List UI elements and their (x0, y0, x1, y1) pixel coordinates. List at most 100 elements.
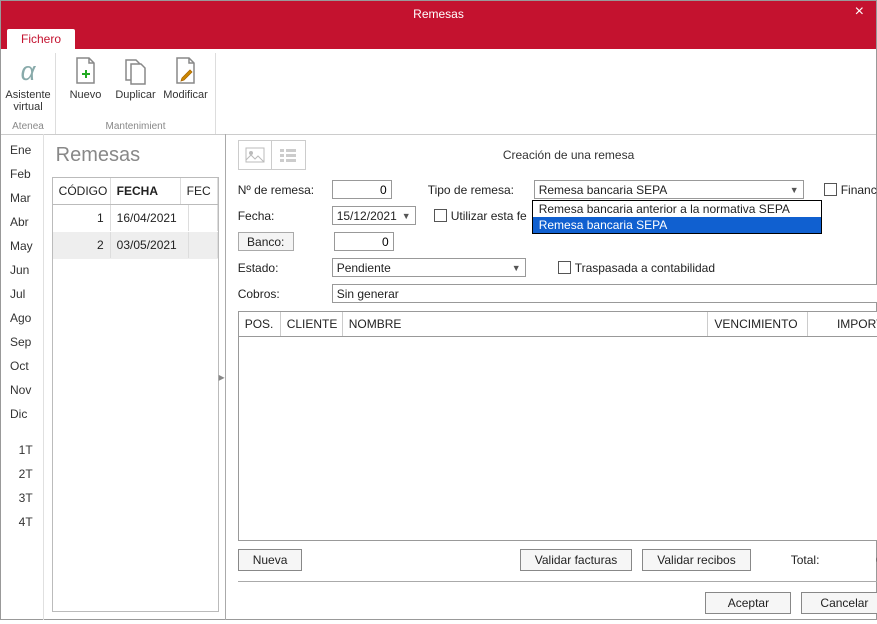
nuevo-label: Nuevo (70, 89, 102, 101)
month-gap (0, 426, 43, 438)
month-abr[interactable]: Abr (0, 210, 43, 234)
month-nov[interactable]: Nov (0, 378, 43, 402)
col-nombre[interactable]: NOMBRE (343, 312, 709, 336)
asistente-virtual-button[interactable]: α Asistente virtual (3, 53, 53, 113)
cancelar-button[interactable]: Cancelar (801, 592, 877, 614)
month-ene[interactable]: Ene (0, 138, 43, 162)
ribbon-panel: α Asistente virtual Atenea Nuevo Duplica… (1, 49, 876, 135)
quarter-2t[interactable]: 2T (0, 462, 43, 486)
chk-financiada[interactable]: Financiada (824, 183, 877, 197)
checkbox-icon (558, 261, 571, 274)
dropdown-option[interactable]: Remesa bancaria SEPA (533, 217, 821, 233)
remesa-mini-grid[interactable]: CÓDIGO FECHA FEC 1 16/04/2021 2 03/05/20… (52, 177, 219, 612)
asistente-label: Asistente virtual (3, 89, 53, 113)
checkbox-icon (434, 209, 447, 222)
nuevo-button[interactable]: Nuevo (61, 53, 111, 101)
list-title: Remesas (56, 144, 219, 167)
month-sep[interactable]: Sep (0, 330, 43, 354)
col-fecha[interactable]: FECHA (111, 178, 181, 204)
total-label: Total: (791, 553, 820, 567)
alpha-icon: α (12, 55, 44, 87)
dropdown-option[interactable]: Remesa bancaria anterior a la normativa … (533, 201, 821, 217)
input-fecha[interactable]: 15/12/2021 ▼ (332, 206, 416, 225)
chk-financiada-label: Financiada (841, 183, 877, 197)
combo-tipo-value: Remesa bancaria SEPA (539, 183, 668, 197)
month-dic[interactable]: Dic (0, 402, 43, 426)
col-fec[interactable]: FEC (181, 178, 218, 204)
col-codigo[interactable]: CÓDIGO (53, 178, 111, 204)
lbl-cobros: Cobros: (238, 287, 326, 301)
remesa-list-pane: Remesas CÓDIGO FECHA FEC 1 16/04/2021 2 … (44, 134, 219, 620)
chevron-down-icon: ▼ (508, 263, 521, 273)
modificar-button[interactable]: Modificar (161, 53, 211, 101)
chk-traspasada[interactable]: Traspasada a contabilidad (558, 261, 715, 275)
month-jul[interactable]: Jul (0, 282, 43, 306)
list-view-icon[interactable] (272, 140, 306, 170)
month-ago[interactable]: Ago (0, 306, 43, 330)
month-sidebar: Ene Feb Mar Abr May Jun Jul Ago Sep Oct … (0, 134, 44, 620)
aceptar-button[interactable]: Aceptar (705, 592, 791, 614)
month-jun[interactable]: Jun (0, 258, 43, 282)
tab-fichero[interactable]: Fichero (7, 29, 75, 49)
input-banco[interactable] (334, 232, 394, 251)
modificar-label: Modificar (163, 89, 208, 101)
table-row[interactable]: 1 16/04/2021 (53, 205, 218, 232)
lbl-tipo-remesa: Tipo de remesa: (428, 183, 528, 197)
cell-empty (189, 232, 218, 258)
month-oct[interactable]: Oct (0, 354, 43, 378)
mini-grid-header: CÓDIGO FECHA FEC (53, 178, 218, 205)
dialog-footer: Aceptar Cancelar (238, 581, 877, 624)
estado-value: Pendiente (337, 261, 391, 275)
chevron-down-icon: ▼ (398, 211, 411, 221)
row-num-tipo: Nº de remesa: Tipo de remesa: Remesa ban… (238, 180, 877, 199)
chk-utilizar-label: Utilizar esta fe (451, 209, 527, 223)
combo-estado[interactable]: Pendiente ▼ (332, 258, 526, 277)
col-vencimiento[interactable]: VENCIMIENTO (708, 312, 808, 336)
cobros-value: Sin generar (337, 287, 399, 301)
quarter-3t[interactable]: 3T (0, 486, 43, 510)
checkbox-icon (824, 183, 837, 196)
ribbon-group-mantenimiento: Nuevo Duplicar Modificar Mantenimient (56, 53, 216, 134)
detail-grid-body[interactable] (239, 337, 877, 540)
combo-cobros[interactable]: Sin generar ▼ (332, 284, 877, 303)
nueva-button[interactable]: Nueva (238, 549, 303, 571)
image-view-icon[interactable] (238, 140, 272, 170)
lbl-estado: Estado: (238, 261, 326, 275)
detail-grid[interactable]: POS. CLIENTE NOMBRE VENCIMIENTO IMPORTE (238, 311, 877, 541)
window-title: Remesas (413, 7, 464, 21)
cell-empty (189, 205, 218, 231)
btn-banco[interactable]: Banco: (238, 232, 294, 251)
form-view-toggle (238, 140, 306, 170)
quarter-1t[interactable]: 1T (0, 438, 43, 462)
edit-doc-icon (170, 55, 202, 87)
cell-fecha: 16/04/2021 (111, 205, 189, 231)
col-pos[interactable]: POS. (239, 312, 281, 336)
form-rows: Nº de remesa: Tipo de remesa: Remesa ban… (238, 180, 877, 303)
quarter-4t[interactable]: 4T (0, 510, 43, 534)
total-value: 0,00 (829, 553, 877, 567)
form-pane: Creación de una remesa Nº de remesa: Tip… (225, 134, 877, 620)
validar-recibos-button[interactable]: Validar recibos (642, 549, 750, 571)
col-cliente[interactable]: CLIENTE (281, 312, 343, 336)
combo-tipo-remesa[interactable]: Remesa bancaria SEPA ▼ (534, 180, 804, 199)
month-may[interactable]: May (0, 234, 43, 258)
month-feb[interactable]: Feb (0, 162, 43, 186)
col-importe[interactable]: IMPORTE (808, 312, 877, 336)
input-num-remesa[interactable] (332, 180, 392, 199)
tipo-remesa-dropdown[interactable]: Remesa bancaria anterior a la normativa … (532, 200, 822, 234)
form-title: Creación de una remesa (238, 148, 877, 162)
new-doc-icon (70, 55, 102, 87)
close-icon[interactable]: × (849, 3, 870, 21)
table-row[interactable]: 2 03/05/2021 (53, 232, 218, 259)
main-area: Ene Feb Mar Abr May Jun Jul Ago Sep Oct … (0, 134, 877, 620)
validar-facturas-button[interactable]: Validar facturas (520, 549, 632, 571)
month-mar[interactable]: Mar (0, 186, 43, 210)
detail-grid-header: POS. CLIENTE NOMBRE VENCIMIENTO IMPORTE (239, 312, 877, 337)
chk-traspasada-label: Traspasada a contabilidad (575, 261, 715, 275)
ribbon-group-atenea: α Asistente virtual Atenea (1, 53, 56, 134)
duplicar-button[interactable]: Duplicar (111, 53, 161, 101)
chk-utilizar-fecha[interactable]: Utilizar esta fe (434, 209, 527, 223)
group-label-atenea: Atenea (1, 121, 55, 132)
cell-fecha: 03/05/2021 (111, 232, 189, 258)
row-banco: Banco: (238, 232, 877, 251)
